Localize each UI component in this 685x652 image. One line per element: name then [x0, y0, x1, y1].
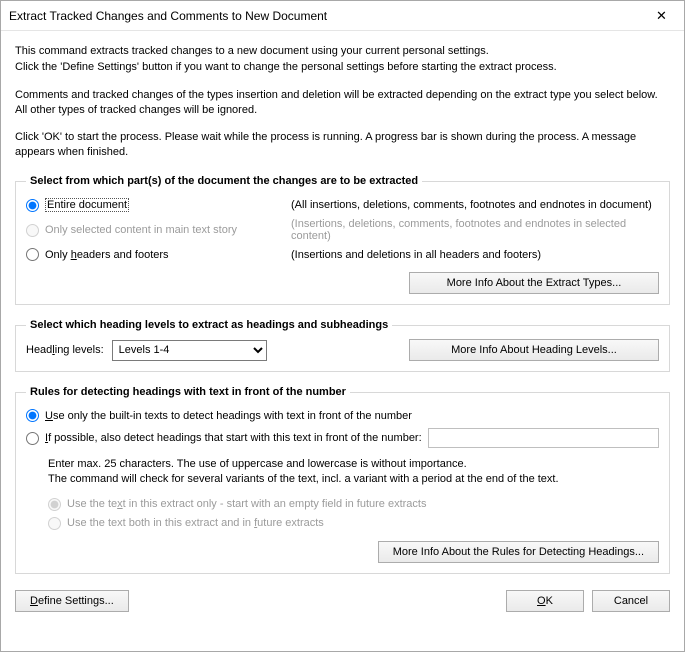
radio-headers-footers-row: Only headers and footers (Insertions and… [26, 245, 659, 264]
radio-entire-document-desc: (All insertions, deletions, comments, fo… [291, 199, 659, 211]
intro-line: This command extracts tracked changes to… [15, 44, 670, 59]
group-extract-parts: Select from which part(s) of the documen… [15, 175, 670, 305]
radio-builtin-texts-label: Use only the built-in texts to detect he… [45, 410, 412, 422]
cancel-button[interactable]: Cancel [592, 590, 670, 612]
intro-text: This command extracts tracked changes to… [15, 44, 670, 161]
define-settings-button[interactable]: Define Settings... [15, 590, 129, 612]
radio-custom-text-row: If possible, also detect headings that s… [26, 425, 659, 451]
group-legend: Select which heading levels to extract a… [26, 319, 392, 331]
ok-button[interactable]: OK [506, 590, 584, 612]
more-info-heading-levels-button[interactable]: More Info About Heading Levels... [409, 339, 659, 361]
more-info-heading-rules-button[interactable]: More Info About the Rules for Detecting … [378, 541, 659, 563]
heading-levels-select[interactable]: Levels 1-4 [112, 340, 267, 361]
titlebar: Extract Tracked Changes and Comments to … [1, 1, 684, 31]
radio-selected-content-row: Only selected content in main text story… [26, 215, 659, 245]
intro-line: Click the 'Define Settings' button if yo… [15, 60, 670, 75]
radio-custom-text[interactable] [26, 432, 39, 445]
radio-entire-document[interactable] [26, 199, 39, 212]
radio-entire-document-label: Entire document [45, 198, 129, 212]
group-legend: Select from which part(s) of the documen… [26, 175, 422, 187]
radio-use-text-this-extract-label: Use the text in this extract only - star… [67, 498, 426, 510]
more-info-extract-types-button[interactable]: More Info About the Extract Types... [409, 272, 659, 294]
window-title: Extract Tracked Changes and Comments to … [9, 9, 639, 23]
radio-builtin-texts[interactable] [26, 409, 39, 422]
heading-levels-label: Headling levels: [26, 344, 104, 356]
radio-selected-content-desc: (Insertions, deletions, comments, footno… [291, 218, 659, 242]
dialog-content: This command extracts tracked changes to… [1, 31, 684, 651]
radio-use-text-future-label: Use the text both in this extract and in… [67, 517, 324, 529]
dialog-window: Extract Tracked Changes and Comments to … [0, 0, 685, 652]
radio-use-text-future [48, 517, 61, 530]
radio-custom-text-label: If possible, also detect headings that s… [45, 432, 422, 444]
dialog-footer: Define Settings... OK Cancel [15, 574, 670, 612]
radio-use-text-this-extract [48, 498, 61, 511]
radio-selected-content [26, 224, 39, 237]
intro-line: Comments and tracked changes of the type… [15, 88, 670, 118]
radio-headers-footers[interactable] [26, 248, 39, 261]
radio-selected-content-label: Only selected content in main text story [45, 224, 237, 236]
sub-radio-group: Use the text in this extract only - star… [48, 495, 659, 533]
custom-text-input[interactable] [428, 428, 659, 448]
custom-text-explain: Enter max. 25 characters. The use of upp… [48, 457, 659, 487]
intro-line: Click 'OK' to start the process. Please … [15, 130, 670, 160]
radio-headers-footers-desc: (Insertions and deletions in all headers… [291, 249, 659, 261]
group-heading-levels: Select which heading levels to extract a… [15, 319, 670, 372]
group-heading-rules: Rules for detecting headings with text i… [15, 386, 670, 574]
close-icon[interactable]: ✕ [639, 1, 684, 30]
radio-headers-footers-label: Only headers and footers [45, 249, 169, 261]
radio-entire-document-row: Entire document (All insertions, deletio… [26, 195, 659, 215]
radio-builtin-texts-row: Use only the built-in texts to detect he… [26, 406, 659, 425]
group-legend: Rules for detecting headings with text i… [26, 386, 350, 398]
